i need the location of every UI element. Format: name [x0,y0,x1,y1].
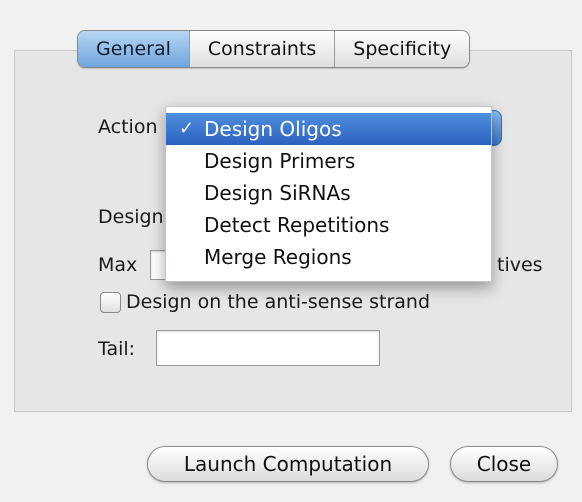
menu-item-label: Detect Repetitions [204,213,390,237]
checkmark-icon: ✓ [179,118,195,139]
menu-item-label: Design Oligos [204,117,342,141]
tab-constraints[interactable]: Constraints [190,31,336,67]
menu-item-design-oligos[interactable]: ✓ Design Oligos [166,113,491,145]
menu-item-merge-regions[interactable]: Merge Regions [166,241,491,273]
antisense-label: Design on the anti-sense strand [126,291,430,313]
menu-item-label: Design SiRNAs [204,181,351,205]
max-suffix-text: tives [497,254,543,276]
launch-computation-button[interactable]: Launch Computation [147,446,429,482]
design-label: Design [98,206,164,228]
tab-bar: General Constraints Specificity [77,30,471,68]
menu-item-design-primers[interactable]: Design Primers [166,145,491,177]
max-label: Max [98,254,138,276]
close-button[interactable]: Close [450,446,558,482]
tail-input[interactable] [156,330,380,366]
tail-label: Tail: [98,338,136,360]
action-label: Action [98,116,158,138]
menu-item-detect-repetitions[interactable]: Detect Repetitions [166,209,491,241]
menu-item-label: Design Primers [204,149,356,173]
tab-general[interactable]: General [78,31,190,67]
action-dropdown-menu: ✓ Design Oligos Design Primers Design Si… [165,106,492,282]
antisense-checkbox[interactable] [100,292,121,313]
dialog: General Constraints Specificity Action D… [0,0,582,502]
menu-item-label: Merge Regions [204,245,352,269]
tab-specificity[interactable]: Specificity [335,31,469,67]
menu-item-design-sirnas[interactable]: Design SiRNAs [166,177,491,209]
